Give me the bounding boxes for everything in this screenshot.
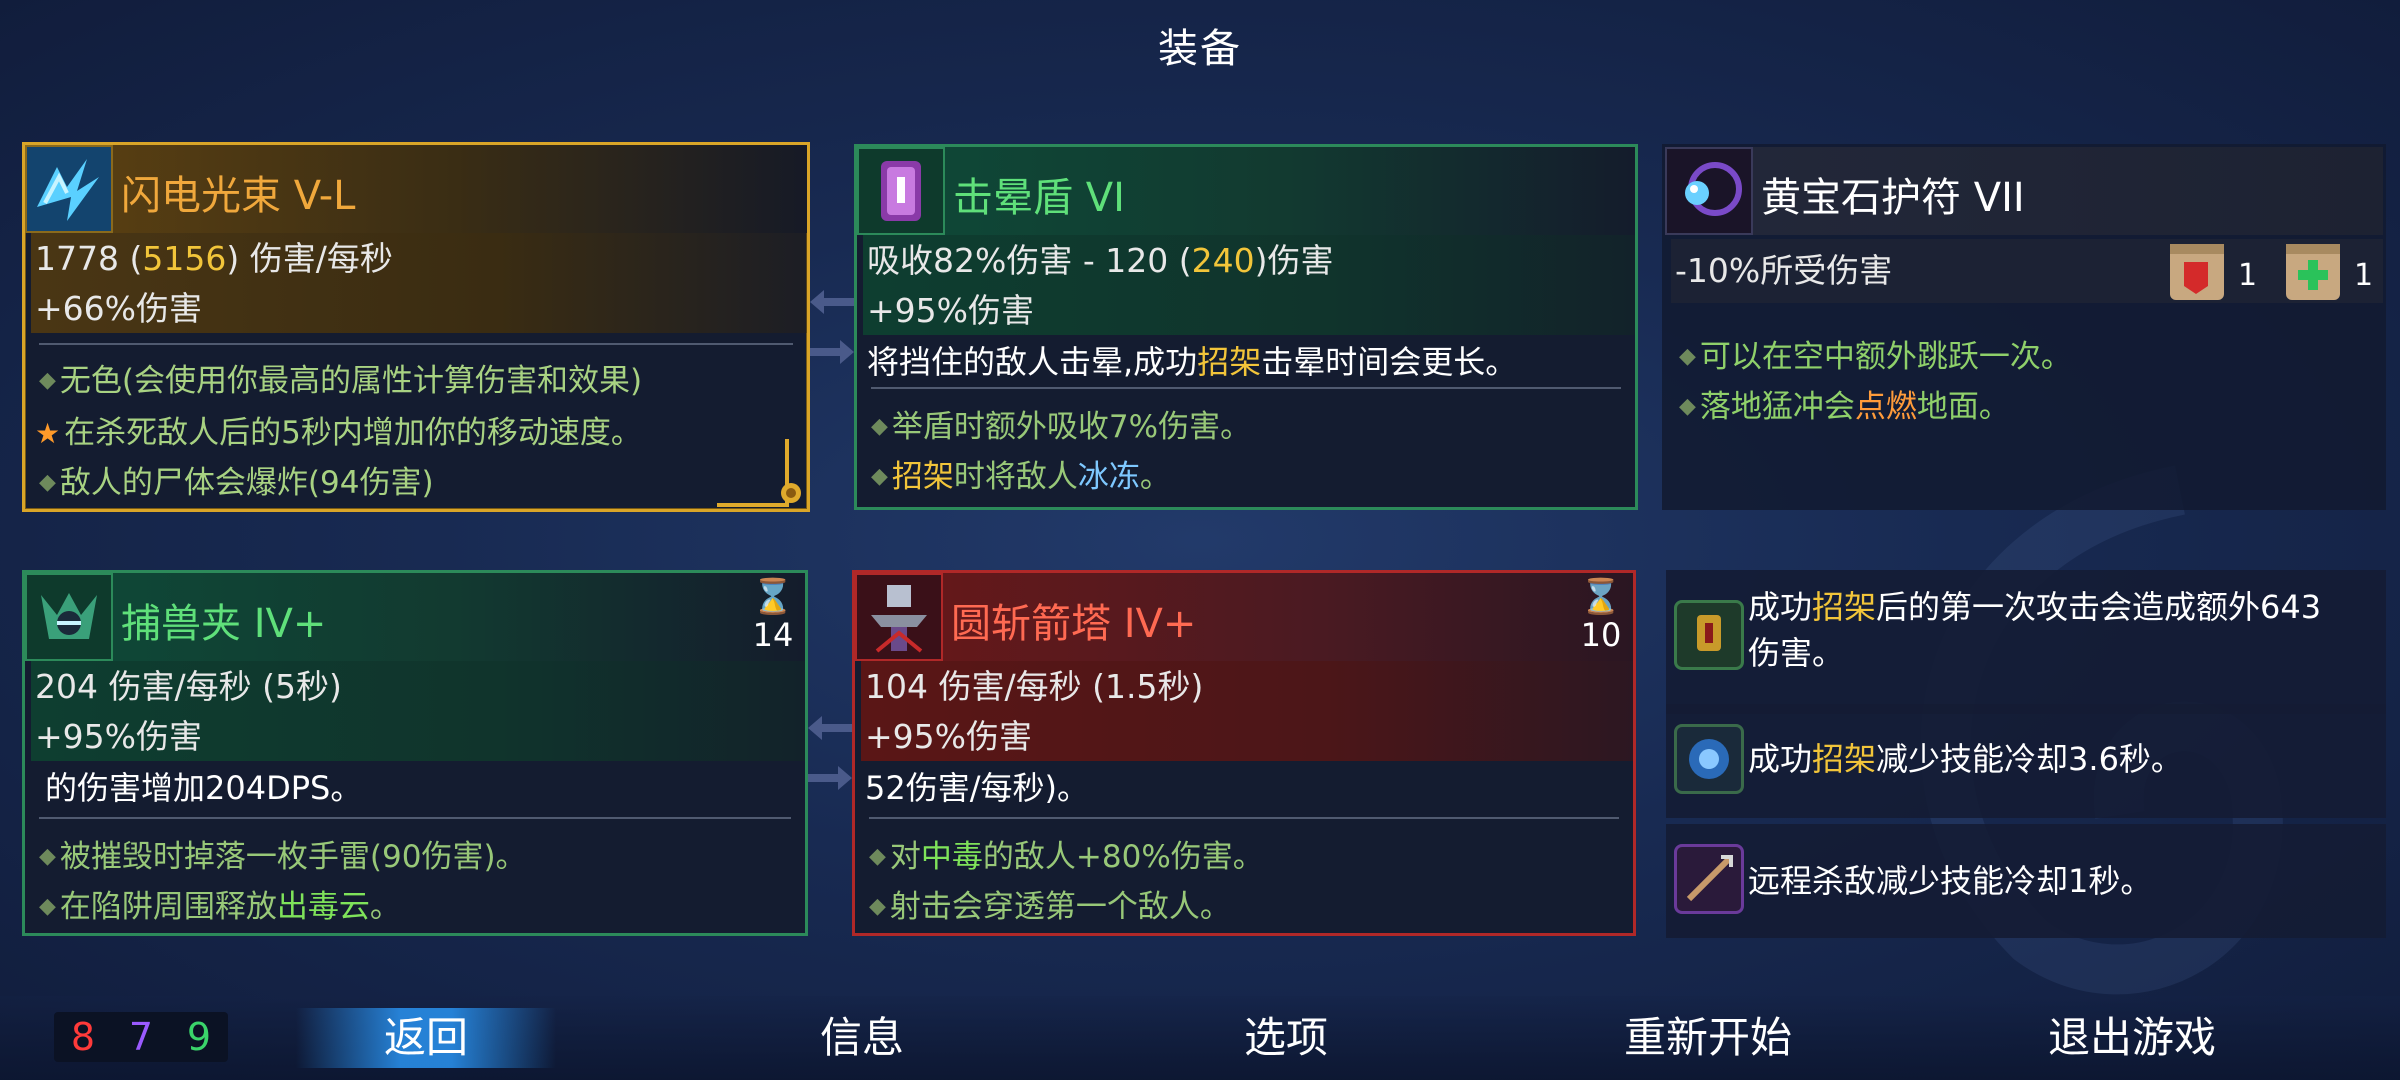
item-name: 圆斩箭塔 IV+ [951,601,1197,647]
hourglass-icon: ⌛ [1579,577,1623,617]
item-damage-bonus: +66%伤害 [31,285,807,333]
divider [39,817,791,819]
survival-scroll-count: 1 [2354,258,2374,293]
item-affix: ◆ 射击会穿透第一个敌人。 [869,889,1231,925]
item-affix: ◆ 举盾时额外吸收7%伤害。 [871,409,1252,445]
item-affix: ◆ 无色(会使用你最高的属性计算伤害和效果) [39,363,643,399]
brutality-count: 8 [70,1015,96,1059]
mutation-text: 成功招架后的第一次攻击会造成额外643 伤害。 [1748,588,2322,672]
item-description: 52伤害/每秒)。 [865,769,1089,807]
item-damage-bonus: +95%伤害 [861,713,1633,761]
mutation-slot-1[interactable]: 成功招架后的第一次攻击会造成额外643 伤害。 [1666,570,2386,714]
cooldown-seconds: 10 [1580,616,1622,654]
item-affix: ◆ 在陷阱周围释放出毒云。 [39,889,401,925]
brutality-scroll-icon [2170,244,2224,300]
link-arrow-right-icon [808,766,852,790]
divider [39,343,793,345]
parry-cooldown-icon [1674,724,1744,794]
ranged-kill-icon [1674,844,1744,914]
mutation-slot-3[interactable]: 远程杀敌减少技能冷却1秒。 [1666,824,2386,938]
lightning-icon [25,145,113,233]
item-damage-bonus: +95%伤害 [863,287,1635,335]
mutation-text: 远程杀敌减少技能冷却1秒。 [1748,862,2153,900]
restart-button[interactable]: 重新开始 [1578,1008,1838,1068]
item-affix: ◆ 可以在空中额外跳跃一次。 [1679,339,2072,375]
cooldown: ⌛ 14 [751,579,795,655]
screen-title: 装备 [1158,26,1242,72]
mutation-text: 成功招架减少技能冷却3.6秒。 [1748,740,2183,778]
item-affix: ★ 在杀死敌人后的5秒内增加你的移动速度。 [35,415,642,451]
survival-scroll-icon [2286,244,2340,300]
item-name: 捕兽夹 IV+ [121,601,327,647]
item-block: 吸收82%伤害 - 120 (240)伤害 [863,235,1635,287]
item-card-wolf-trap[interactable]: 捕兽夹 IV+ ⌛ 14 204 伤害/每秒 (5秒) +95%伤害 的伤害增加… [22,570,808,936]
item-affix: ◆ 敌人的尸体会爆炸(94伤害) [39,465,434,501]
cooldown-seconds: 14 [752,616,794,654]
back-button[interactable]: 返回 [296,1008,556,1068]
item-name: 击晕盾 VI [953,175,1125,221]
item-affix: ◆ 招架时将敌人冰冻。 [871,459,1171,495]
quit-game-button[interactable]: 退出游戏 [2002,1008,2262,1068]
divider [871,387,1621,389]
gold-corner-ornament-icon [717,439,801,507]
survival-count: 9 [186,1015,212,1059]
item-card-amulet[interactable]: 黄宝石护符 VII -10%所受伤害 ◆ 可以在空中额外跳跃一次。 ◆ 落地猛冲会点… [1662,144,2386,510]
amulet-icon [1665,147,1753,235]
item-defense: -10%所受伤害 [1671,239,2383,303]
item-affix: ◆ 对中毒的敌人+80%伤害。 [869,839,1264,875]
item-card-cleaver-turret[interactable]: 圆斩箭塔 IV+ ⌛ 10 104 伤害/每秒 (1.5秒) +95%伤害 52… [852,570,1636,936]
item-affix: ◆ 被摧毁时掉落一枚手雷(90伤害)。 [39,839,527,875]
item-dps: 204 伤害/每秒 (5秒) [31,661,805,713]
shield-icon [857,147,945,235]
item-name: 黄宝石护符 VII [1761,175,2025,221]
tactics-count: 7 [128,1015,154,1059]
link-arrow-left-icon [808,716,852,740]
item-description: 将挡住的敌人击晕,成功招架击晕时间会更长。 [867,343,1518,381]
item-card-stun-shield[interactable]: 击晕盾 VI 吸收82%伤害 - 120 (240)伤害 +95%伤害 将挡住的… [854,144,1638,510]
item-affix: ◆ 落地猛冲会点燃地面。 [1679,389,2010,425]
item-name: 闪电光束 V-L [121,173,356,219]
star-icon: ★ [35,417,61,450]
item-damage-bonus: +95%伤害 [31,713,805,761]
info-button[interactable]: 信息 [732,1008,992,1068]
hourglass-icon: ⌛ [751,577,795,617]
item-card-lightning-beam[interactable]: 闪电光束 V-L 1778 (5156) 伤害/每秒 +66%伤害 ◆ 无色(会使… [22,142,810,512]
parry-mutation-icon [1674,600,1744,670]
item-dps: 1778 (5156) 伤害/每秒 [31,233,807,285]
cooldown: ⌛ 10 [1579,579,1623,655]
turret-icon [855,573,943,661]
brutality-scroll-count: 1 [2238,258,2258,293]
link-arrow-left-icon [810,290,854,314]
divider [869,817,1619,819]
link-arrow-right-icon [810,340,854,364]
mutation-slot-2[interactable]: 成功招架减少技能冷却3.6秒。 [1666,704,2386,818]
options-button[interactable]: 选项 [1156,1008,1416,1068]
item-description: 的伤害增加204DPS。 [45,769,363,807]
item-dps: 104 伤害/每秒 (1.5秒) [861,661,1633,713]
stat-counter: 8 7 9 [54,1012,228,1062]
wolf-trap-icon [25,573,113,661]
